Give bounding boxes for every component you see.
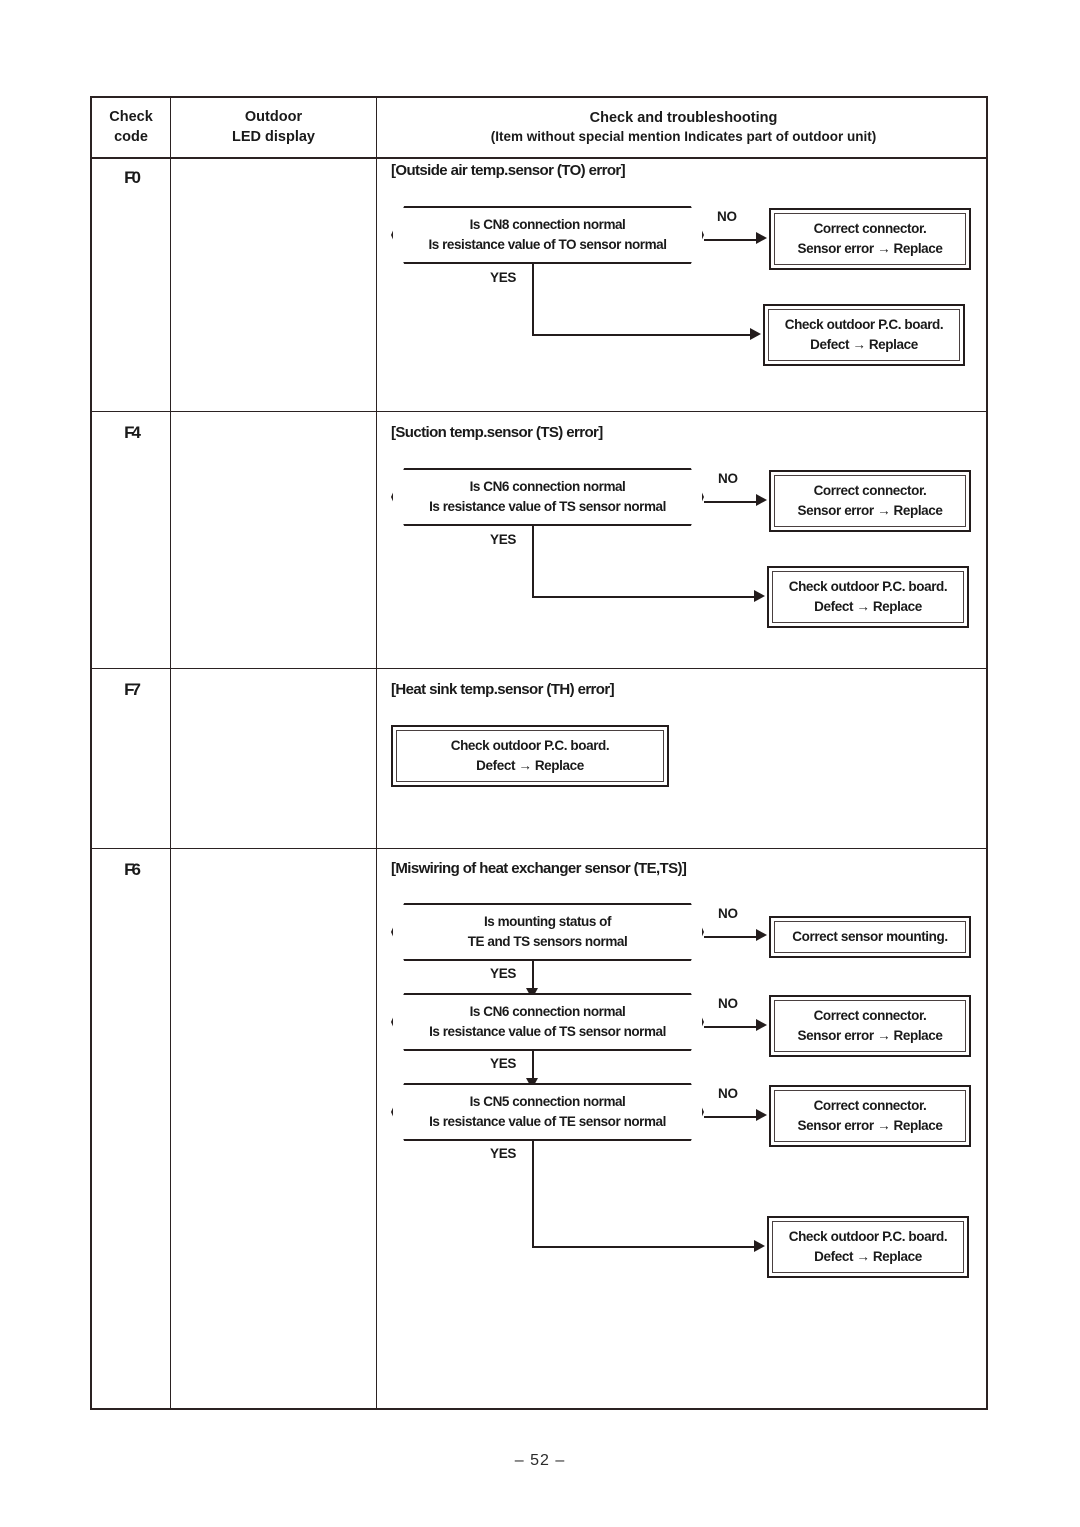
decision-cn8-to-sensor: Is CN8 connection normal Is resistance v… bbox=[391, 206, 704, 264]
action-line-2: Sensor error → Replace bbox=[797, 503, 943, 518]
decision-line-2: TE and TS sensors normal bbox=[467, 934, 628, 949]
decision-line-1: Is CN6 connection normal bbox=[469, 1004, 626, 1020]
decision-line-2: Is resistance value of TS sensor normal bbox=[429, 499, 666, 514]
action-line-2: Defect → Replace bbox=[814, 599, 922, 614]
header-led-display: Outdoor LED display bbox=[171, 98, 376, 157]
edge-label-yes-4a: YES bbox=[490, 966, 517, 981]
header-troubleshooting: Check and troubleshooting (Item without … bbox=[377, 98, 990, 157]
edge-label-no-4c: NO bbox=[718, 1086, 738, 1101]
check-code-row-1: F0 bbox=[124, 168, 141, 187]
check-code-row-2: F4 bbox=[124, 423, 141, 442]
section-title-4: [Miswiring of heat exchanger sensor (TE,… bbox=[391, 860, 687, 877]
header-led-display-line1: Outdoor bbox=[244, 108, 303, 125]
connector-no-4c bbox=[704, 1116, 760, 1118]
header-troubleshooting-line1: Check and troubleshooting bbox=[589, 109, 778, 126]
action-check-pc-board-1: Check outdoor P.C. board. Defect → Repla… bbox=[763, 304, 965, 366]
section-title-2: [Suction temp.sensor (TS) error] bbox=[391, 424, 603, 441]
arrow-no-2 bbox=[756, 494, 767, 506]
action-line-2: Sensor error → Replace bbox=[797, 1028, 943, 1043]
column-divider-1 bbox=[170, 98, 171, 1408]
page-number: – 52 – bbox=[514, 1452, 566, 1469]
arrow-no-4a bbox=[756, 929, 767, 941]
action-line-1: Check outdoor P.C. board. bbox=[784, 316, 944, 332]
connector-yes-horizontal-4c bbox=[532, 1246, 758, 1248]
row-divider-1 bbox=[92, 411, 986, 412]
header-troubleshooting-line2: (Item without special mention Indicates … bbox=[490, 129, 877, 145]
edge-label-no-2: NO bbox=[718, 471, 738, 486]
action-check-pc-board-2: Check outdoor P.C. board. Defect → Repla… bbox=[767, 566, 969, 628]
action-line-2: Defect → Replace bbox=[814, 1249, 922, 1264]
action-correct-connector-4b: Correct connector. Sensor error → Replac… bbox=[769, 995, 971, 1057]
arrow-yes-1 bbox=[750, 328, 761, 340]
action-check-pc-board-3: Check outdoor P.C. board. Defect → Repla… bbox=[391, 725, 669, 787]
decision-cn6-ts-sensor: Is CN6 connection normal Is resistance v… bbox=[391, 468, 704, 526]
action-line-1: Correct connector. bbox=[813, 1007, 927, 1023]
edge-label-no-4b: NO bbox=[718, 996, 738, 1011]
arrow-yes-2 bbox=[754, 590, 765, 602]
decision-line-2: Is resistance value of TE sensor normal bbox=[429, 1114, 666, 1129]
edge-label-no-4a: NO bbox=[718, 906, 738, 921]
row-divider-3 bbox=[92, 848, 986, 849]
check-code-row-3: F7 bbox=[124, 680, 141, 699]
edge-label-no-1: NO bbox=[717, 209, 737, 224]
arrow-no-1 bbox=[756, 232, 767, 244]
action-line-2: Sensor error → Replace bbox=[797, 241, 943, 256]
action-line-1: Check outdoor P.C. board. bbox=[450, 737, 610, 753]
troubleshooting-table: Check code Outdoor LED display Check and… bbox=[90, 96, 988, 1410]
action-line-1: Check outdoor P.C. board. bbox=[788, 578, 948, 594]
header-check-code: Check code bbox=[92, 98, 170, 157]
section-title-1: [Outside air temp.sensor (TO) error] bbox=[391, 162, 626, 179]
connector-no-2 bbox=[704, 501, 760, 503]
decision-line-1: Is CN5 connection normal bbox=[469, 1094, 626, 1110]
action-correct-sensor-mounting: Correct sensor mounting. bbox=[769, 916, 971, 958]
edge-label-yes-4c: YES bbox=[490, 1146, 517, 1161]
header-check-code-line1: Check bbox=[109, 108, 153, 125]
decision-cn5-te-sensor: Is CN5 connection normal Is resistance v… bbox=[391, 1083, 704, 1141]
edge-label-yes-2: YES bbox=[490, 532, 517, 547]
action-correct-connector-1: Correct connector. Sensor error → Replac… bbox=[769, 208, 971, 270]
action-line-2: Sensor error → Replace bbox=[797, 1118, 943, 1133]
column-divider-2 bbox=[376, 98, 377, 1408]
arrow-no-4b bbox=[756, 1019, 767, 1031]
action-line-1: Correct connector. bbox=[813, 482, 927, 498]
header-row-divider bbox=[92, 157, 986, 159]
connector-yes-horizontal-2 bbox=[532, 596, 758, 598]
action-line-2: Defect → Replace bbox=[476, 758, 584, 773]
connector-yes-horizontal-1 bbox=[532, 334, 754, 336]
section-title-3: [Heat sink temp.sensor (TH) error] bbox=[391, 681, 615, 698]
action-line-1: Correct sensor mounting. bbox=[792, 928, 948, 944]
action-line-1: Correct connector. bbox=[813, 220, 927, 236]
action-line-1: Correct connector. bbox=[813, 1097, 927, 1113]
decision-line-2: Is resistance value of TS sensor normal bbox=[429, 1024, 666, 1039]
connector-no-4b bbox=[704, 1026, 760, 1028]
arrow-no-4c bbox=[756, 1109, 767, 1121]
edge-label-yes-1: YES bbox=[490, 270, 517, 285]
arrow-yes-4c bbox=[754, 1240, 765, 1252]
connector-no-4a bbox=[704, 936, 760, 938]
row-divider-2 bbox=[92, 668, 986, 669]
decision-line-1: Is CN6 connection normal bbox=[469, 479, 626, 495]
check-code-row-4: F6 bbox=[124, 860, 141, 879]
edge-label-yes-4b: YES bbox=[490, 1056, 517, 1071]
action-line-2: Defect → Replace bbox=[810, 337, 918, 352]
connector-yes-vertical-4c bbox=[532, 1141, 534, 1247]
decision-sensor-mounting: Is mounting status of TE and TS sensors … bbox=[391, 903, 704, 961]
header-led-display-line2: LED display bbox=[232, 128, 315, 145]
connector-yes-vertical-2 bbox=[532, 526, 534, 597]
connector-yes-vertical-1 bbox=[532, 264, 534, 335]
connector-no-1 bbox=[704, 239, 760, 241]
decision-line-2: Is resistance value of TO sensor normal bbox=[428, 237, 667, 252]
decision-line-1: Is CN8 connection normal bbox=[469, 217, 626, 233]
action-correct-connector-4c: Correct connector. Sensor error → Replac… bbox=[769, 1085, 971, 1147]
action-line-1: Check outdoor P.C. board. bbox=[788, 1228, 948, 1244]
decision-cn6-ts-sensor-4: Is CN6 connection normal Is resistance v… bbox=[391, 993, 704, 1051]
decision-line-1: Is mounting status of bbox=[483, 914, 612, 930]
action-check-pc-board-4: Check outdoor P.C. board. Defect → Repla… bbox=[767, 1216, 969, 1278]
action-correct-connector-2: Correct connector. Sensor error → Replac… bbox=[769, 470, 971, 532]
header-check-code-line2: code bbox=[114, 128, 148, 145]
